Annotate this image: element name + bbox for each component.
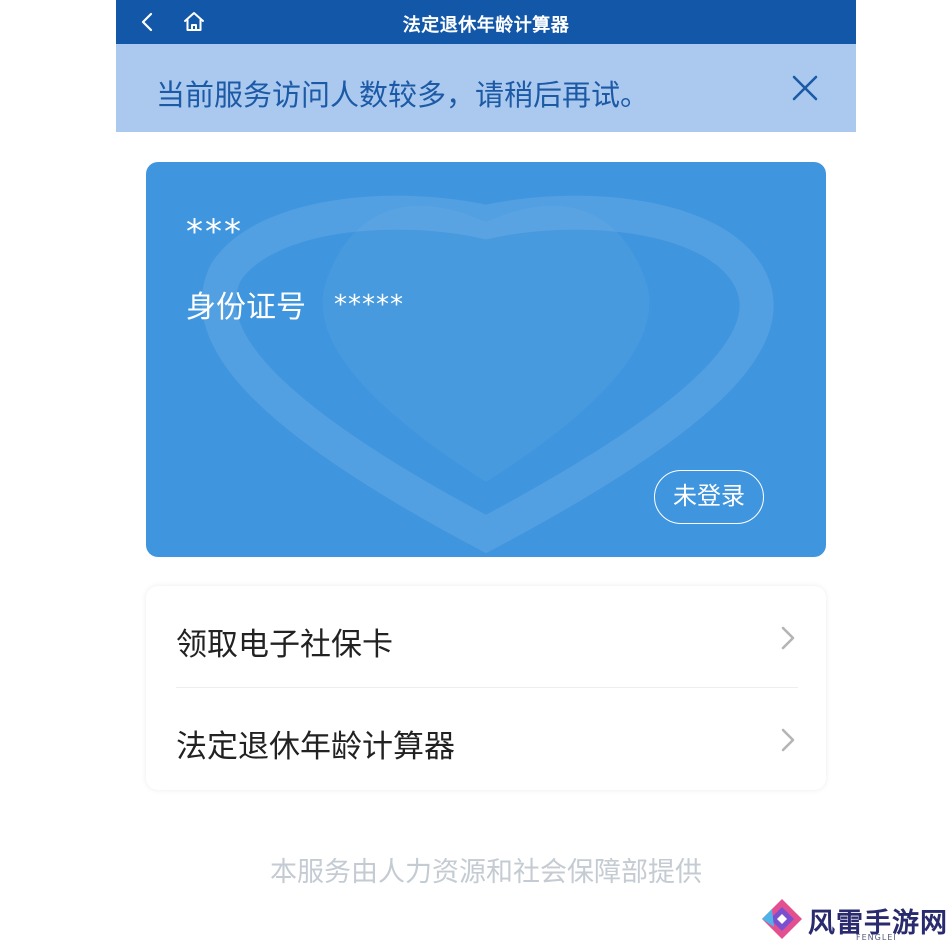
page-title: 法定退休年龄计算器 [402,15,570,36]
card-holder-name: *** [186,212,243,252]
service-menu: 领取电子社保卡 法定退休年龄计算器 [146,586,826,790]
notice-message: 当前服务访问人数较多，请稍后再试。 [156,78,650,112]
top-nav-bar: 法定退休年龄计算器 [116,0,856,44]
close-icon [792,75,818,101]
id-number-row: 身份证号 ***** [186,282,404,326]
social-security-card: *** 身份证号 ***** 未登录 [146,162,826,557]
footer-provider-text: 本服务由人力资源和社会保障部提供 [270,857,702,888]
notice-banner: 当前服务访问人数较多，请稍后再试。 [116,44,856,132]
chevron-right-icon [781,626,795,650]
menu-item-label: 领取电子社保卡 [176,627,393,663]
fenglei-logo-icon [762,899,802,939]
watermark-logo: 风雷手游网 FENGLEI [760,895,950,945]
login-status-button[interactable]: 未登录 [654,470,764,524]
menu-item-label: 法定退休年龄计算器 [176,729,455,765]
menu-item-e-social-security-card[interactable]: 领取电子社保卡 [146,586,826,688]
id-label: 身份证号 [186,290,306,325]
watermark-logo-subtext: FENGLEI [856,933,897,942]
id-value: ***** [334,290,404,320]
notice-close-button[interactable] [790,73,820,103]
chevron-right-icon [781,728,795,752]
menu-item-retirement-age-calculator[interactable]: 法定退休年龄计算器 [146,688,826,790]
phone-screen: 法定退休年龄计算器 当前服务访问人数较多，请稍后再试。 *** 身份证号 ****… [116,0,856,945]
